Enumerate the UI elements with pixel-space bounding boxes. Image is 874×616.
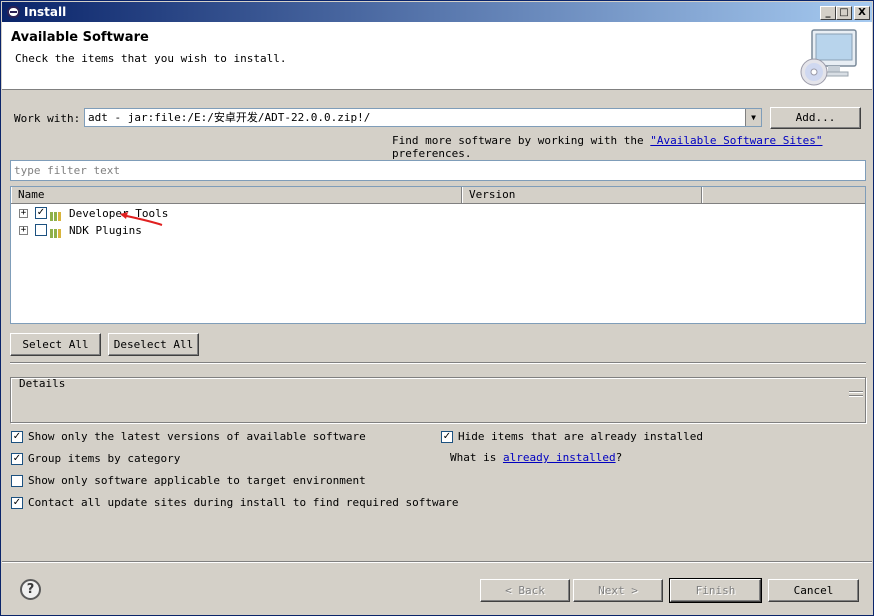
what-is-suffix: ? — [615, 451, 623, 464]
column-name[interactable]: Name — [11, 187, 462, 203]
sites-note-suffix: preferences. — [392, 147, 472, 160]
footer-divider — [2, 561, 872, 563]
option-label: Contact all update sites during install … — [28, 496, 459, 509]
red-arrow-annotation — [120, 212, 163, 226]
window-title: Install — [24, 5, 67, 19]
help-icon[interactable]: ? — [20, 579, 41, 600]
divider — [10, 362, 866, 364]
checkbox[interactable]: ✓ — [11, 497, 23, 509]
available-sites-link[interactable]: "Available Software Sites" — [650, 134, 822, 147]
sites-note-prefix: Find more software by working with the — [392, 134, 644, 147]
page-subtitle: Check the items that you wish to install… — [15, 52, 287, 65]
chevron-down-icon[interactable]: ▼ — [745, 109, 761, 126]
dialog-header: Available Software Check the items that … — [2, 22, 872, 90]
filter-input[interactable]: type filter text — [10, 160, 866, 181]
close-button[interactable]: X — [854, 6, 870, 20]
install-window: Install _ □ X Available Software Check t… — [0, 0, 874, 616]
option-label: Hide items that are already installed — [458, 430, 704, 443]
resize-grip-icon[interactable] — [849, 391, 863, 403]
checkbox[interactable]: ✓ — [11, 453, 23, 465]
next-button[interactable]: Next > — [573, 579, 663, 602]
install-monitor-icon — [800, 29, 857, 86]
what-is-installed: What is already installed? — [450, 451, 622, 464]
sites-note: Find more software by working with the "… — [392, 134, 873, 160]
column-extra[interactable] — [702, 187, 865, 203]
tree-header: Name Version — [11, 187, 865, 204]
package-icon — [50, 209, 64, 221]
developer-tools-checkbox[interactable]: ✓ — [35, 207, 47, 219]
column-version[interactable]: Version — [462, 187, 702, 203]
what-is-prefix: What is — [450, 451, 497, 464]
finish-button[interactable]: Finish — [669, 578, 762, 603]
checkbox[interactable] — [11, 475, 23, 487]
title-bar[interactable]: Install _ □ X — [2, 2, 872, 22]
page-title: Available Software — [11, 30, 149, 45]
back-button[interactable]: < Back — [480, 579, 570, 602]
expand-icon[interactable]: + — [19, 226, 28, 235]
option-label: Show only software applicable to target … — [28, 474, 366, 487]
package-icon — [50, 226, 64, 238]
software-tree[interactable]: Name Version + ✓ Developer Tools + NDK P… — [10, 186, 866, 324]
cancel-button[interactable]: Cancel — [768, 579, 859, 602]
already-installed-link[interactable]: already installed — [503, 451, 616, 464]
checkbox[interactable]: ✓ — [11, 431, 23, 443]
ndk-plugins-checkbox[interactable] — [35, 224, 47, 236]
details-group: Details — [10, 377, 866, 423]
work-with-combo[interactable]: adt - jar:file:/E:/安卓开发/ADT-22.0.0.zip!/… — [84, 108, 762, 127]
add-button[interactable]: Add... — [770, 107, 861, 129]
option-label: Show only the latest versions of availab… — [28, 430, 366, 443]
work-with-value: adt - jar:file:/E:/安卓开发/ADT-22.0.0.zip!/ — [88, 111, 371, 124]
eclipse-icon — [7, 6, 20, 18]
minimize-button[interactable]: _ — [820, 6, 836, 20]
expand-icon[interactable]: + — [19, 209, 28, 218]
deselect-all-button[interactable]: Deselect All — [108, 333, 199, 356]
details-label: Details — [19, 377, 66, 390]
option-label: Group items by category — [28, 452, 181, 465]
select-all-button[interactable]: Select All — [10, 333, 101, 356]
maximize-button[interactable]: □ — [836, 6, 852, 20]
work-with-label: Work with: — [14, 112, 81, 125]
checkbox[interactable]: ✓ — [441, 431, 453, 443]
